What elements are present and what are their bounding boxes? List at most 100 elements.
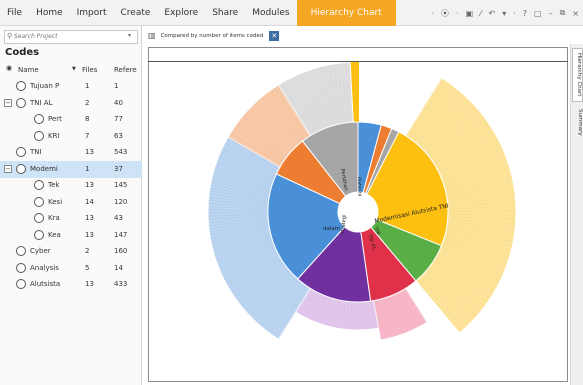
radio-button[interactable] (34, 213, 44, 223)
tab-hierarchy-chart[interactable]: Hierarchy Chart (296, 0, 396, 26)
tab-summary[interactable]: Summary (572, 106, 583, 138)
code-row[interactable]: Pert 8 77 (0, 111, 142, 128)
sunburst-chart[interactable]: Modernisasi Alutsista TNIdalamTNI ALTNIP… (148, 62, 568, 382)
radio-button[interactable] (16, 163, 26, 174)
sunburst-label: Alutsista (356, 177, 363, 197)
code-name: Cyber (30, 247, 51, 255)
sort-down-icon[interactable]: ▼ (72, 66, 76, 72)
code-name: Pert (48, 115, 62, 123)
radio-button[interactable] (34, 130, 44, 141)
menu-modules[interactable]: Modules (245, 0, 296, 26)
code-references: 14 (114, 263, 123, 272)
code-references: 120 (114, 197, 128, 206)
right-tab-strip: Hierarchy Chart Summary (570, 44, 583, 385)
code-row[interactable]: Alutsista 13 433 (0, 276, 142, 293)
dot-icon[interactable]: · (432, 9, 435, 18)
radio-button[interactable] (34, 229, 44, 240)
menu-file[interactable]: File (0, 0, 29, 26)
code-files: 14 (85, 197, 94, 206)
code-references: 63 (114, 131, 123, 140)
edit-icon[interactable]: ⁄ (480, 9, 481, 18)
code-row[interactable]: KRI 7 63 (0, 128, 142, 145)
menu-home[interactable]: Home (29, 0, 70, 26)
code-references: 160 (114, 247, 128, 255)
save-icon[interactable]: ▣ (466, 9, 474, 18)
header-files[interactable]: Files (82, 66, 97, 74)
tab-hierarchy-chart-vertical[interactable]: Hierarchy Chart (572, 48, 583, 102)
code-row[interactable]: TNI 13 543 (0, 144, 142, 161)
code-row[interactable]: Kea 13 147 (0, 227, 142, 244)
radio-button[interactable] (16, 279, 26, 289)
window-icons: · ⦿ · ▣ ⁄ ↶ ▾ · ? ▢ – ⧉ × (432, 0, 580, 26)
menu-share[interactable]: Share (205, 0, 245, 26)
dot-icon[interactable]: · (456, 9, 459, 18)
close-icon[interactable]: × (572, 9, 579, 18)
collapse-icon[interactable]: − (4, 98, 12, 107)
radio-button[interactable] (34, 196, 44, 207)
help-icon[interactable]: ⦿ (441, 8, 449, 19)
code-row[interactable]: Cyber 2 160 (0, 243, 142, 260)
code-references: 1 (114, 82, 119, 90)
header-name[interactable]: Name (18, 66, 39, 74)
radio-button[interactable] (34, 180, 44, 190)
code-files: 2 (85, 247, 90, 255)
close-icon[interactable]: ✕ (269, 30, 280, 41)
code-row[interactable]: Kra 13 43 (0, 210, 142, 227)
code-references: 77 (114, 115, 123, 123)
code-files: 1 (85, 164, 90, 173)
menu-bar: File Home Import Create Explore Share Mo… (0, 0, 583, 26)
code-files: 13 (85, 148, 94, 156)
restore-icon[interactable]: ⧉ (560, 8, 566, 18)
compared-by-label[interactable]: Compared by number of items coded (161, 33, 264, 39)
code-name: Kra (48, 214, 60, 222)
panel-title: Codes (5, 47, 40, 58)
code-row[interactable]: − Modemi 1 37 (0, 160, 142, 178)
code-row[interactable]: Kesi 14 120 (0, 194, 142, 211)
code-name: KRI (48, 131, 60, 140)
code-name: TNI (30, 148, 42, 156)
radio-button[interactable] (16, 147, 26, 157)
radio-button[interactable] (16, 262, 26, 273)
question-icon[interactable]: ? (523, 9, 527, 18)
code-name: Analysis (30, 263, 59, 272)
code-references: 40 (114, 98, 123, 107)
header-references[interactable]: Refere (114, 66, 137, 74)
code-name: TNI AL (30, 98, 53, 107)
menu-import[interactable]: Import (70, 0, 114, 26)
chevron-down-icon[interactable]: ▾ (128, 32, 131, 39)
chart-icon[interactable]: ▥ (148, 31, 156, 40)
code-files: 13 (85, 214, 94, 222)
radio-button[interactable] (16, 97, 26, 108)
code-name: Tek (48, 181, 60, 189)
code-references: 147 (114, 230, 128, 239)
code-row[interactable]: − TNI AL 2 40 (0, 95, 142, 112)
code-name: Alutsista (30, 280, 61, 288)
chat-icon[interactable]: ▢ (534, 9, 542, 18)
code-row[interactable]: Analysis 5 14 (0, 260, 142, 277)
undo-icon[interactable]: ↶ (489, 9, 496, 18)
code-row[interactable]: Tek 13 145 (0, 177, 142, 194)
radio-button[interactable] (34, 114, 44, 124)
radio-button[interactable] (16, 81, 26, 91)
code-files: 13 (85, 230, 94, 239)
radio-header-icon[interactable]: ◉ (6, 64, 12, 72)
sunburst-label: dalam (323, 226, 340, 232)
code-name: Kesi (48, 197, 63, 206)
code-name: Tujuan P (30, 82, 60, 90)
menu-create[interactable]: Create (114, 0, 158, 26)
menu-explore[interactable]: Explore (157, 0, 205, 26)
radio-button[interactable] (16, 246, 26, 256)
codes-panel: ⚲ ▾ Codes ◉ Name ▼ Files Refere Tujuan P… (0, 26, 142, 385)
dot-icon[interactable]: · (513, 9, 516, 18)
code-name: Kea (48, 230, 61, 239)
code-references: 433 (114, 280, 128, 288)
code-row[interactable]: Tujuan P 1 1 (0, 78, 142, 95)
collapse-icon[interactable]: − (4, 164, 12, 173)
dropdown-icon[interactable]: ▾ (502, 9, 506, 18)
search-icon: ⚲ (7, 32, 13, 40)
code-references: 145 (114, 181, 128, 189)
search-input[interactable] (14, 31, 122, 42)
code-files: 1 (85, 82, 90, 90)
minimize-icon[interactable]: – (549, 9, 553, 18)
chart-toolbar: ▥ Compared by number of items coded ✕ (143, 27, 569, 44)
